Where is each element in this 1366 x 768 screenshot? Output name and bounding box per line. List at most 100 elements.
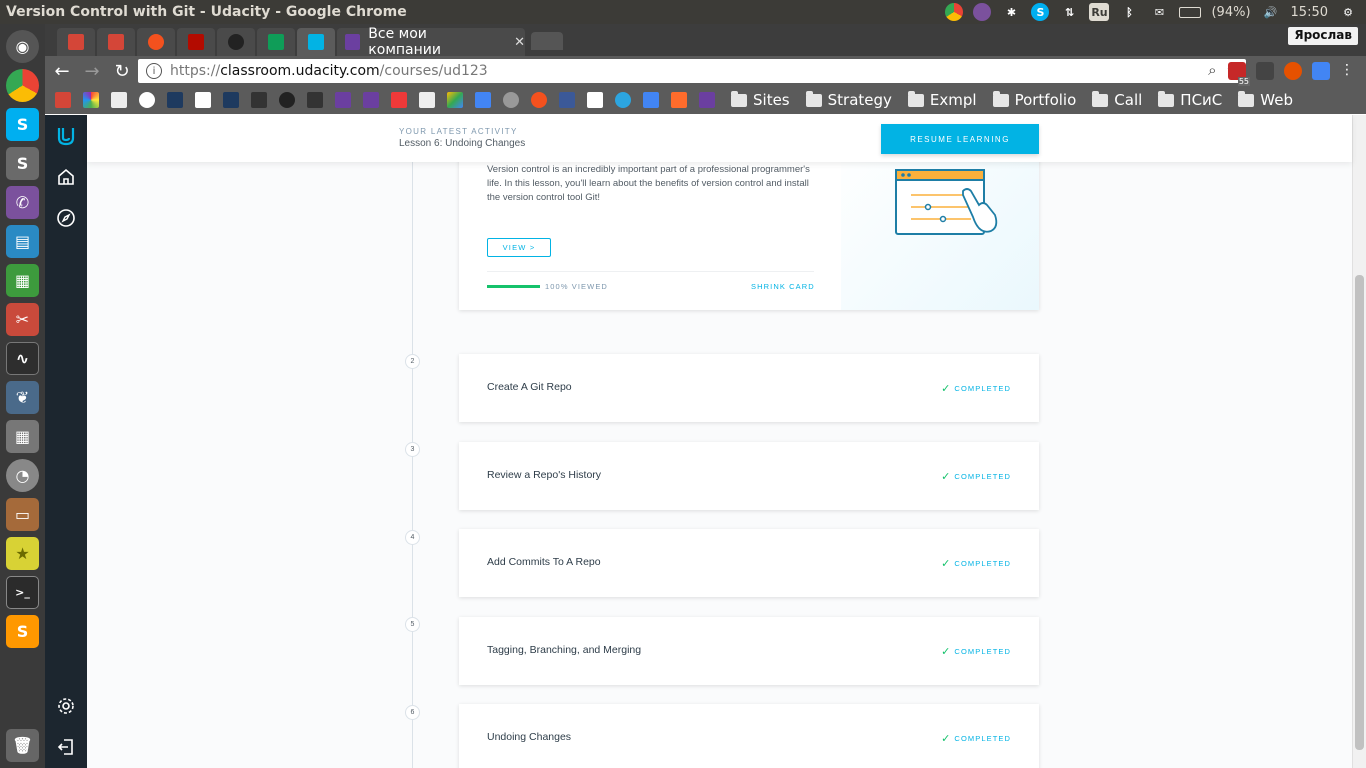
volume-icon[interactable]: 🔊: [1261, 3, 1281, 21]
shrink-card-button[interactable]: SHRINK CARD: [751, 282, 815, 291]
bookmark-music-icon[interactable]: [531, 92, 547, 108]
close-icon[interactable]: ✕: [514, 35, 525, 50]
tab-gmail-1[interactable]: [57, 28, 95, 56]
bookmark-shield-icon[interactable]: [223, 92, 239, 108]
forward-arrow-icon[interactable]: →: [79, 58, 105, 84]
terminal-launcher-icon[interactable]: >_: [6, 576, 39, 609]
trash-launcher-icon[interactable]: 🗑: [6, 729, 39, 762]
lesson-card[interactable]: Undoing Changes ✓ COMPLETED: [459, 704, 1039, 768]
bookmark-drive-icon[interactable]: [447, 92, 463, 108]
tab-gmail-2[interactable]: [97, 28, 135, 56]
reload-icon[interactable]: ↻: [109, 58, 135, 84]
bluetooth-icon[interactable]: ᛒ: [1119, 3, 1139, 21]
keyboard-layout-indicator[interactable]: Ru: [1089, 3, 1110, 21]
menu-icon[interactable]: ⋮: [1340, 62, 1358, 80]
auto-refresh-extension-icon[interactable]: 55: [1228, 62, 1250, 86]
bookmark-gmail-icon[interactable]: [55, 92, 71, 108]
fire-extension-icon[interactable]: [1284, 62, 1302, 80]
info-icon[interactable]: i: [146, 63, 162, 79]
bookmark-folder-call[interactable]: Call: [1092, 90, 1142, 109]
lesson-card[interactable]: Add Commits To A Repo ✓ COMPLETED: [459, 529, 1039, 597]
chrome-tray-icon[interactable]: [945, 3, 964, 21]
tab-udacity[interactable]: [297, 28, 335, 56]
scrollbar-thumb[interactable]: [1355, 275, 1364, 750]
bookmark-facebook-icon[interactable]: [559, 92, 575, 108]
logout-icon[interactable]: [54, 735, 78, 759]
bookmark-ain-icon[interactable]: [587, 92, 603, 108]
network-icon[interactable]: ⇅: [1059, 3, 1079, 21]
skype-tray-icon[interactable]: S: [1031, 3, 1050, 21]
bookmark-folder-web[interactable]: Web: [1238, 90, 1293, 109]
bookmark-k-icon[interactable]: [195, 92, 211, 108]
bookmark-translate-icon[interactable]: [475, 92, 491, 108]
file-manager-launcher-icon[interactable]: ▭: [6, 498, 39, 531]
bookmark-arrow-icon[interactable]: [139, 92, 155, 108]
bookmark-cpanel-icon[interactable]: [671, 92, 687, 108]
calculator-launcher-icon[interactable]: ▦: [6, 420, 39, 453]
tab-acrobat[interactable]: [177, 28, 215, 56]
calc-launcher-icon[interactable]: ▦: [6, 264, 39, 297]
translate-extension-icon[interactable]: [1312, 62, 1330, 80]
pen-extension-icon[interactable]: [1256, 62, 1274, 80]
tab-sheets[interactable]: [257, 28, 295, 56]
settings-icon[interactable]: [54, 694, 78, 718]
udacity-logo-icon[interactable]: [54, 124, 78, 148]
disk-usage-launcher-icon[interactable]: ◔: [6, 459, 39, 492]
zoom-icon[interactable]: ⌕: [1208, 61, 1216, 79]
bookmark-vivaldi-icon[interactable]: [391, 92, 407, 108]
favorites-launcher-icon[interactable]: ★: [6, 537, 39, 570]
bookmark-star-icon[interactable]: [167, 92, 183, 108]
writer-launcher-icon[interactable]: ▤: [6, 225, 39, 258]
bookmark-adwords-icon[interactable]: [643, 92, 659, 108]
clock[interactable]: 15:50: [1291, 5, 1328, 20]
bookmark-folder-sites[interactable]: Sites: [731, 90, 790, 109]
wing-launcher-icon[interactable]: ❦: [6, 381, 39, 414]
settings-gear-icon[interactable]: ⚙: [1338, 3, 1358, 21]
bookmark-folder-psis[interactable]: ПСиС: [1158, 90, 1222, 109]
bookmark-folder-strategy[interactable]: Strategy: [805, 90, 892, 109]
viber-tray-icon[interactable]: [973, 3, 992, 21]
page-scrollbar[interactable]: [1352, 115, 1366, 768]
tab-github[interactable]: [217, 28, 255, 56]
system-monitor-launcher-icon[interactable]: ∿: [6, 342, 39, 375]
sublime-launcher-icon[interactable]: S: [6, 615, 39, 648]
latest-activity-lesson[interactable]: Lesson 6: Undoing Changes: [399, 138, 525, 149]
bookmark-apple-icon[interactable]: [503, 92, 519, 108]
home-icon[interactable]: [54, 165, 78, 189]
bookmark-square-icon[interactable]: [335, 92, 351, 108]
bookmark-doc-icon[interactable]: [419, 92, 435, 108]
folder-label: Strategy: [827, 91, 892, 109]
bookmark-square3-icon[interactable]: [699, 92, 715, 108]
new-tab-button[interactable]: [531, 32, 563, 50]
resume-learning-button[interactable]: RESUME LEARNING: [881, 124, 1039, 154]
battery-icon[interactable]: [1179, 6, 1202, 18]
bookmark-telegram-icon[interactable]: [615, 92, 631, 108]
bookmark-color-icon[interactable]: [83, 92, 99, 108]
puzzle-tray-icon[interactable]: ✱: [1001, 3, 1021, 21]
bookmark-hex2-icon[interactable]: [307, 92, 323, 108]
mail-icon[interactable]: ✉: [1149, 3, 1169, 21]
lesson-card[interactable]: Create A Git Repo ✓ COMPLETED: [459, 354, 1039, 422]
bookmark-gear-icon[interactable]: [279, 92, 295, 108]
bookmark-square2-icon[interactable]: [363, 92, 379, 108]
chrome-launcher-icon[interactable]: [6, 69, 39, 102]
bookmark-hex-icon[interactable]: [251, 92, 267, 108]
viber-launcher-icon[interactable]: ✆: [6, 186, 39, 219]
address-bar[interactable]: i https://classroom.udacity.com/courses/…: [138, 59, 1246, 83]
dash-icon[interactable]: ◉: [6, 30, 39, 63]
check-icon: ✓: [941, 646, 952, 658]
bookmark-folder-exmpl[interactable]: Exmpl: [907, 90, 977, 109]
lesson-card[interactable]: Tagging, Branching, and Merging ✓ COMPLET…: [459, 617, 1039, 685]
bookmark-page-icon[interactable]: [111, 92, 127, 108]
lesson-card[interactable]: Review a Repo's History ✓ COMPLETED: [459, 442, 1039, 510]
system-tools-launcher-icon[interactable]: ✂: [6, 303, 39, 336]
view-button[interactable]: VIEW >: [487, 238, 551, 257]
back-arrow-icon[interactable]: ←: [49, 58, 75, 84]
bookmark-folder-portfolio[interactable]: Portfolio: [992, 90, 1076, 109]
slack-launcher-icon[interactable]: S: [6, 147, 39, 180]
tab-companies[interactable]: Все мои компании ✕: [337, 26, 525, 58]
tab-music[interactable]: [137, 28, 175, 56]
profile-button[interactable]: Ярослав: [1288, 27, 1358, 45]
skype-launcher-icon[interactable]: S: [6, 108, 39, 141]
compass-icon[interactable]: [54, 206, 78, 230]
